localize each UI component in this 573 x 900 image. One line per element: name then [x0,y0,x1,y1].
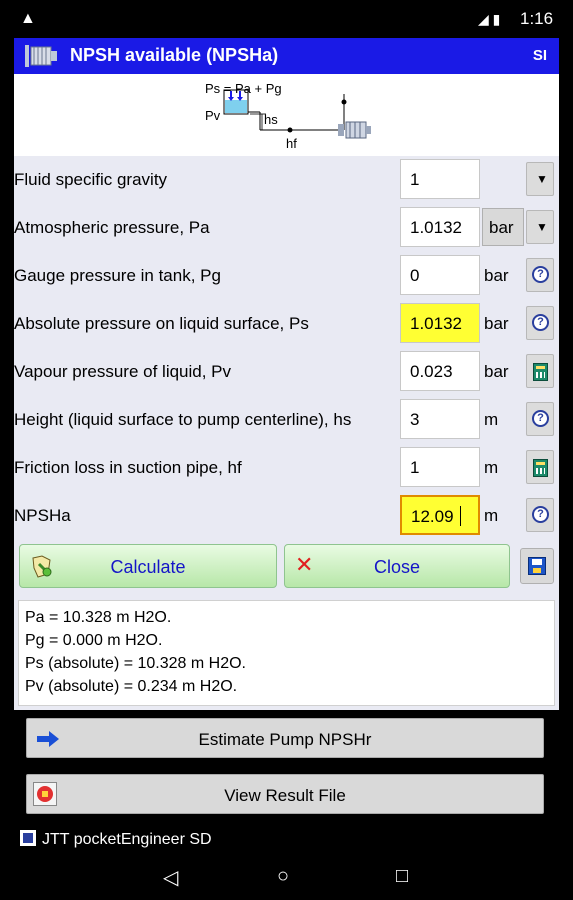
field-label: Atmospheric pressure, Pa [14,218,210,237]
unit-label: m [484,458,499,477]
pump-icon [25,45,57,67]
help-icon: ? [532,314,549,331]
field-label: Gauge pressure in tank, Pg [14,266,221,285]
height-hs-input[interactable]: 3 [400,399,480,439]
estimate-npshr-label: Estimate Pump NPSHr [198,730,372,749]
view-result-file-label: View Result File [224,786,346,805]
help-icon: ? [532,266,549,283]
signal-battery-icons: ◢ ▮ [478,11,501,27]
view-result-file-button[interactable]: View Result File [26,774,544,814]
gauge-pressure-help-button[interactable]: ? [526,258,554,292]
app-footer: JTT pocketEngineer SD [20,830,212,849]
result-line: Pa = 10.328 m H2O. [25,609,172,626]
pressure-unit-button[interactable]: bar [482,208,524,246]
title-bar: NPSH available (NPSHa) SI [14,38,559,74]
field-label: Fluid specific gravity [14,170,168,189]
close-label: Close [373,557,421,577]
calculator-icon [533,363,548,381]
system-nav-bar: ◁ ○ □ [0,858,573,900]
back-icon[interactable]: ◁ [163,865,178,890]
atmospheric-pressure-input[interactable]: 1.0132 [400,207,480,247]
recents-icon[interactable]: □ [396,865,408,888]
result-line: Ps (absolute) = 10.328 m H2O. [25,655,246,672]
field-label: Vapour pressure of liquid, Pv [14,362,232,381]
input-form: Fluid specific gravity 1 ▼ Atmospheric p… [14,156,559,540]
row-gauge-pressure: Gauge pressure in tank, Pg 0 bar ? [14,252,559,300]
app-name: JTT pocketEngineer SD [42,831,212,848]
calculate-button[interactable]: Calculate [19,544,277,588]
app-logo-icon [20,830,36,846]
vapour-pressure-calc-button[interactable] [526,354,554,388]
absolute-pressure-help-button[interactable]: ? [526,306,554,340]
npsha-output[interactable]: 12.09 [400,495,480,535]
results-panel: Pa = 10.328 m H2O. Pg = 0.000 m H2O. Ps … [14,592,559,710]
vapour-pressure-input[interactable]: 0.023 [400,351,480,391]
row-atmospheric-pressure: Atmospheric pressure, Pa 1.0132 bar ▼ [14,204,559,252]
unit-label: bar [484,362,509,381]
field-label: Height (liquid surface to pump centerlin… [14,410,352,429]
save-disk-icon [528,557,546,575]
result-line: Pv (absolute) = 0.234 m H2O. [25,678,238,695]
status-bar: ▲ ◢ ▮ 1:16 [0,0,573,38]
field-label: NPSHa [14,506,71,525]
atmospheric-pressure-dropdown[interactable]: ▼ [526,210,554,244]
unit-label: bar [484,314,509,333]
height-hs-help-button[interactable]: ? [526,402,554,436]
action-bar: Calculate ✕ Close [14,540,559,592]
row-absolute-pressure: Absolute pressure on liquid surface, Ps … [14,300,559,348]
page-title: NPSH available (NPSHa) [70,45,279,65]
diagram-hf-label: hf [286,136,297,151]
friction-loss-input[interactable]: 1 [400,447,480,487]
dropdown-arrow-icon: ▼ [536,172,548,186]
row-npsha: NPSHa 12.09 m ? [14,492,559,540]
unit-label: bar [484,266,509,285]
row-specific-gravity: Fluid specific gravity 1 ▼ [14,156,559,204]
warning-triangle-icon: ▲ [20,10,36,27]
gauge-pressure-input[interactable]: 0 [400,255,480,295]
unit-label: m [484,410,499,429]
close-button[interactable]: ✕ Close [284,544,510,588]
results-text-box: Pa = 10.328 m H2O. Pg = 0.000 m H2O. Ps … [18,600,555,706]
calculator-icon [533,459,548,477]
help-icon: ? [532,506,549,523]
friction-loss-calc-button[interactable] [526,450,554,484]
status-time: 1:16 [520,9,554,28]
estimate-npshr-button[interactable]: Estimate Pump NPSHr [26,718,544,758]
diagram-formula: Ps = Pa + Pg [205,81,282,96]
units-toggle[interactable]: SI [533,47,547,64]
result-line: Pg = 0.000 m H2O. [25,632,163,649]
specific-gravity-input[interactable]: 1 [400,159,480,199]
npsha-help-button[interactable]: ? [526,498,554,532]
dropdown-arrow-icon: ▼ [536,220,548,234]
help-icon: ? [532,410,549,427]
save-button[interactable] [520,548,554,584]
unit-label: m [484,506,499,525]
home-icon[interactable]: ○ [277,865,289,888]
field-label: Friction loss in suction pipe, hf [14,458,242,477]
row-friction-loss: Friction loss in suction pipe, hf 1 m [14,444,559,492]
diagram-hs-label: hs [264,112,278,127]
diagram-pv-label: Pv [205,108,221,123]
absolute-pressure-output[interactable]: 1.0132 [400,303,480,343]
bottom-actions: Estimate Pump NPSHr View Result File JTT… [14,710,559,858]
field-label: Absolute pressure on liquid surface, Ps [14,314,309,333]
row-height-hs: Height (liquid surface to pump centerlin… [14,396,559,444]
app-screen: NPSH available (NPSHa) SI Ps = Pa + Pg P… [14,38,559,858]
row-vapour-pressure: Vapour pressure of liquid, Pv 0.023 bar [14,348,559,396]
calculate-label: Calculate [110,557,186,577]
specific-gravity-dropdown[interactable]: ▼ [526,162,554,196]
